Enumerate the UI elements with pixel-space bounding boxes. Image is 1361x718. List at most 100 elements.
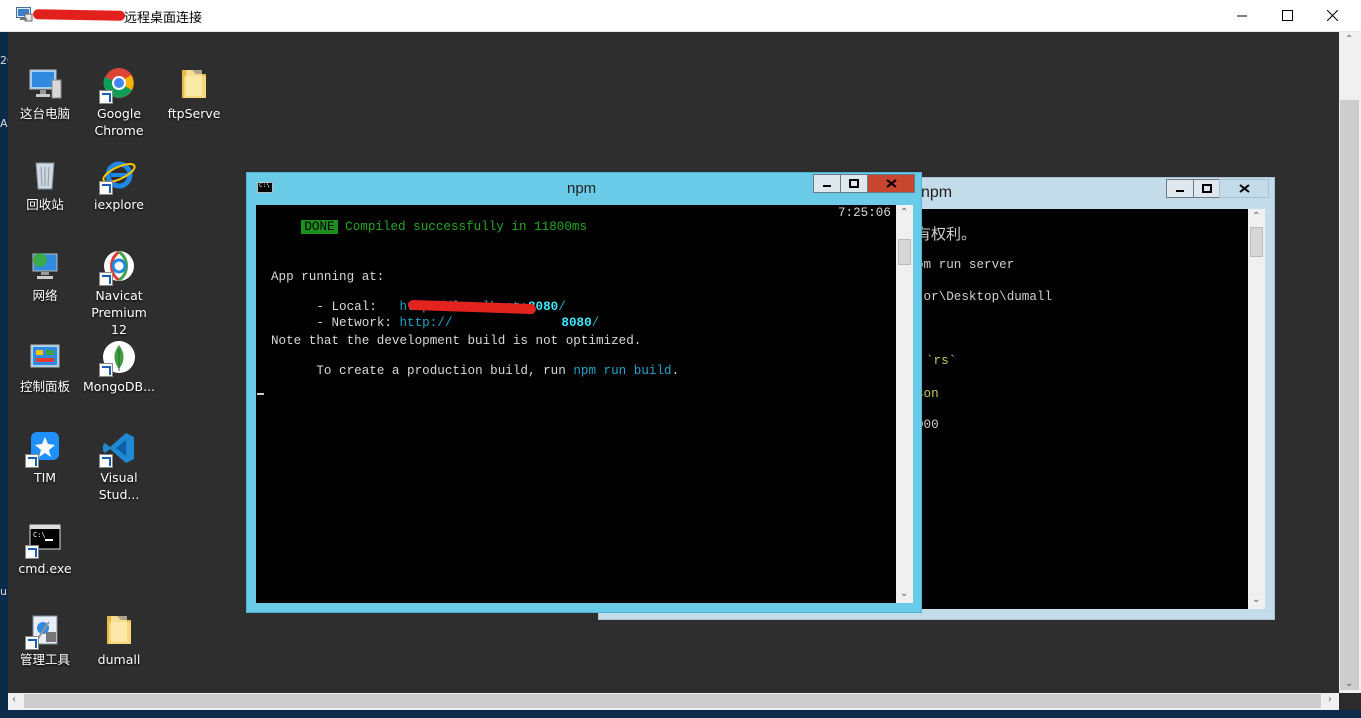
back-maximize-button[interactable] [1193, 179, 1220, 198]
maximize-icon [1201, 184, 1212, 193]
console-line: pm run server [916, 258, 1015, 272]
host-desktop-strip: 20 A u [0, 32, 14, 718]
scroll-right-icon[interactable]: › [1328, 694, 1332, 705]
console-line: `rs` [926, 354, 957, 368]
console-cursor [257, 393, 264, 395]
vscode-icon [99, 430, 137, 468]
desktop-icon-label: Visual Stud... [98, 470, 140, 502]
desktop-icon-navicat[interactable]: Navicat Premium 12 [82, 248, 156, 338]
recycle-bin-icon [27, 157, 63, 193]
navicat-icon [99, 248, 137, 286]
maximize-icon [849, 179, 859, 188]
build-hint-line: To create a production build, run npm ru… [271, 350, 679, 392]
desktop-icon-network[interactable]: 网络 [8, 248, 82, 304]
desktop-icon-label: 管理工具 [19, 652, 70, 667]
desktop-icon-iexplore[interactable]: iexplore [82, 157, 156, 213]
scrollbar-thumb[interactable] [1340, 100, 1359, 690]
redacted-host [32, 9, 126, 21]
desktop-icon-ftpserve[interactable]: ftpServe [157, 66, 231, 122]
close-icon [1238, 184, 1250, 193]
front-console-scrollbar[interactable]: ⌃ ⌄ [896, 205, 913, 603]
network-icon [27, 248, 63, 284]
note-line: Note that the development build is not o… [271, 334, 642, 348]
desktop-icon-label: 这台电脑 [19, 106, 70, 121]
tim-icon [25, 430, 63, 468]
host-taskbar-strip [0, 710, 1361, 718]
desktop-icon-label: TIM [33, 470, 57, 485]
chrome-icon [99, 66, 137, 104]
control-panel-icon [27, 339, 63, 375]
remote-desktop-icon [16, 7, 33, 22]
desktop-icon-this-pc[interactable]: 这台电脑 [8, 66, 82, 122]
network-url-slash: / [591, 316, 600, 330]
svg-text:C:\: C:\ [33, 531, 46, 539]
front-console-title: npm [567, 180, 597, 197]
desktop-icon-label: 回收站 [26, 197, 64, 212]
rdp-titlebar[interactable]: 远程桌面连接 [0, 0, 1361, 32]
rdp-window-title: 远程桌面连接 [124, 11, 203, 26]
internet-explorer-icon [99, 157, 137, 195]
build-hint-prefix: To create a production build, run [316, 364, 574, 378]
desktop-icon-label: Navicat Premium 12 [91, 288, 147, 337]
build-hint-suffix: . [671, 364, 680, 378]
this-pc-icon [27, 66, 63, 102]
compile-status-line: DONE Compiled successfully in 11800ms [256, 206, 587, 248]
scroll-down-icon[interactable]: ⌄ [1345, 678, 1353, 689]
desktop-icon-label: 网络 [32, 288, 58, 303]
desktop-icon-visual-studio[interactable]: Visual Stud... [82, 430, 156, 503]
desktop-icon-cmd[interactable]: C:\ cmd.exe [8, 521, 82, 577]
back-close-button[interactable] [1219, 179, 1269, 198]
build-command: npm run build [573, 364, 672, 378]
scroll-down-icon[interactable]: ⌄ [900, 588, 908, 599]
network-url[interactable]: http:// [400, 316, 453, 330]
rdp-horizontal-scrollbar[interactable]: ‹ › [8, 693, 1339, 710]
back-console-output[interactable]: 有权利。 pm run server tor\Desktop\dumall `r… [912, 209, 1248, 609]
desktop-icon-tim[interactable]: TIM [8, 430, 82, 486]
back-console-controls [1166, 179, 1269, 198]
close-icon [885, 179, 897, 188]
rdp-maximize-button[interactable] [1264, 0, 1310, 31]
cmd-icon: C:\ [25, 521, 63, 559]
front-console-output[interactable]: DONE Compiled successfully in 11800ms 7:… [256, 205, 896, 603]
desktop-icon-recycle-bin[interactable]: 回收站 [8, 157, 82, 213]
back-console-scrollbar[interactable]: ⌃ ⌄ [1248, 209, 1265, 609]
scroll-down-icon[interactable]: ⌄ [1252, 594, 1260, 605]
close-icon [1326, 10, 1338, 21]
console-line: 有权利。 [916, 225, 977, 243]
scroll-up-icon[interactable]: ⌃ [1345, 34, 1353, 45]
scroll-up-icon[interactable]: ⌃ [1252, 211, 1260, 222]
cmd-icon [257, 182, 273, 193]
back-minimize-button[interactable] [1166, 179, 1194, 198]
desktop-icon-admin-tools[interactable]: 管理工具 [8, 612, 82, 668]
rdp-close-button[interactable] [1309, 0, 1355, 31]
front-console-window[interactable]: npm DONE Compiled successfully in 11800m… [246, 172, 922, 613]
desktop-icon-control-panel[interactable]: 控制面板 [8, 339, 82, 395]
desktop-icon-mongodb[interactable]: MongoDB... [82, 339, 156, 395]
rdp-minimize-button[interactable] [1219, 0, 1265, 31]
front-maximize-button[interactable] [840, 174, 868, 193]
desktop-icon-dumall[interactable]: dumall [82, 612, 156, 668]
rdp-vertical-scrollbar[interactable]: ⌃ ⌄ [1339, 32, 1361, 693]
scroll-up-icon[interactable]: ⌃ [900, 207, 908, 218]
back-console-title: npm [921, 184, 953, 201]
minimize-icon [823, 184, 831, 187]
folder-icon [101, 612, 137, 648]
done-badge: DONE [301, 220, 338, 234]
app-running-line: App running at: [271, 270, 385, 284]
desktop-icon-label: 控制面板 [19, 379, 70, 394]
folder-icon [176, 66, 212, 102]
network-label: - Network: [316, 316, 400, 330]
desktop-icon-google-chrome[interactable]: Google Chrome [82, 66, 156, 139]
scroll-left-icon[interactable]: ‹ [12, 694, 16, 705]
front-minimize-button[interactable] [813, 174, 841, 193]
compiled-message: Compiled successfully in 11800ms [345, 220, 587, 234]
front-close-button[interactable] [867, 174, 915, 193]
scrollbar-thumb[interactable] [1250, 227, 1263, 257]
scrollbar-thumb[interactable] [898, 239, 911, 265]
host-edge-text: A [0, 117, 8, 130]
scrollbar-thumb[interactable] [24, 694, 1321, 708]
front-console-controls [813, 174, 915, 194]
network-port: 8080 [561, 316, 592, 330]
mongodb-icon [99, 339, 137, 377]
desktop-icon-label: cmd.exe [18, 561, 72, 576]
